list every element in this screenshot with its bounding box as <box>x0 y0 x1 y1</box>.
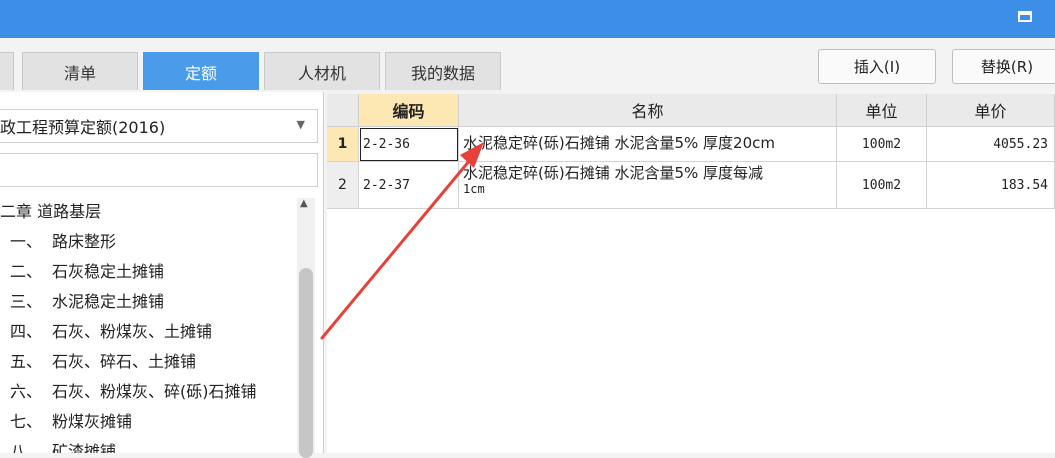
tree-item-num: 七、 <box>10 412 43 431</box>
replace-button[interactable]: 替换(R) <box>952 49 1055 84</box>
table-cell-price[interactable]: 4055.23 <box>927 127 1055 162</box>
cell-code-value: 2-2-37 <box>363 177 410 193</box>
column-header-name[interactable]: 名称 <box>459 94 837 127</box>
tab-my-data-label: 我的数据 <box>410 63 475 83</box>
row-number[interactable]: 1 <box>327 127 359 162</box>
table-cell-name[interactable]: 水泥稳定碎(砾)石摊铺 水泥含量5% 厚度每减 1cm <box>459 162 837 209</box>
tree-item-label: 石灰、粉煤灰、碎(砾)石摊铺 <box>52 382 257 401</box>
tab-quota[interactable]: 定额 <box>143 52 259 90</box>
tree-item[interactable]: 四、 石灰、粉煤灰、土摊铺 <box>10 318 212 346</box>
tree-item-label: 道路基层 <box>37 202 102 221</box>
table-cell-code[interactable]: 2-2-36 <box>359 127 459 162</box>
tree-item-num: 五、 <box>10 352 43 371</box>
tree-item[interactable]: 七、 粉煤灰摊铺 <box>10 408 132 436</box>
tree-item-num: 六、 <box>10 382 43 401</box>
tab-materials[interactable]: 人材机 <box>264 52 380 90</box>
tree-item-num: 八、 <box>10 442 43 453</box>
cell-unit-value: 100m2 <box>861 177 902 193</box>
scrollbar-thumb[interactable] <box>299 268 313 458</box>
scroll-up-icon[interactable]: ▲ <box>300 198 308 209</box>
cell-unit-value: 100m2 <box>861 136 902 152</box>
tree-item-num: 二、 <box>10 262 43 281</box>
tab-quota-label: 定额 <box>184 63 217 83</box>
column-header-name-label: 名称 <box>631 102 664 121</box>
tree-item[interactable]: 一、 路床整形 <box>10 228 116 256</box>
tree-item-num: 四、 <box>10 322 43 341</box>
quota-grid: 编码 名称 单位 单价 1 2-2-36 水泥稳定碎(砾)石摊铺 水泥含量5% … <box>327 94 1055 453</box>
tree-item-label: 石灰、碎石、土摊铺 <box>52 352 197 371</box>
tree-item-label: 石灰稳定土摊铺 <box>52 262 165 281</box>
tab-my-data[interactable]: 我的数据 <box>385 52 501 90</box>
tab-bill[interactable]: 清单 <box>22 52 138 90</box>
cell-name-value: 水泥稳定碎(砾)石摊铺 水泥含量5% 厚度20cm <box>463 134 775 152</box>
quota-library-select[interactable]: 政工程预算定额(2016) ▼ <box>0 109 318 143</box>
quota-library-value: 政工程预算定额(2016) <box>0 118 166 137</box>
tree-item[interactable]: 二、 石灰稳定土摊铺 <box>10 258 164 286</box>
table-cell-code[interactable]: 2-2-37 <box>359 162 459 209</box>
tree-item-label: 石灰、粉煤灰、土摊铺 <box>52 322 213 341</box>
title-bar <box>0 0 1055 38</box>
tab-partial[interactable] <box>0 52 14 90</box>
tree-item-num: 二章 <box>0 202 33 221</box>
tree-item[interactable]: 三、 水泥稳定土摊铺 <box>10 288 164 316</box>
chapter-tree: 二章 道路基层 一、 路床整形 二、 石灰稳定土摊铺 三、 水泥稳定土摊铺 四、 石灰、… <box>0 198 296 453</box>
table-cell-unit[interactable]: 100m2 <box>837 162 927 209</box>
cell-price-value: 4055.23 <box>993 136 1048 152</box>
column-header-code[interactable]: 编码 <box>359 94 459 127</box>
column-header-unit[interactable]: 单位 <box>837 94 927 127</box>
column-header-price[interactable]: 单价 <box>927 94 1055 127</box>
tree-item-label: 粉煤灰摊铺 <box>52 412 133 431</box>
tree-item[interactable]: 八、 矿渣摊铺 <box>10 438 116 453</box>
tree-item-label: 矿渣摊铺 <box>52 442 117 453</box>
tab-materials-label: 人材机 <box>297 63 346 83</box>
cell-code-value: 2-2-36 <box>363 136 410 152</box>
replace-button-label: 替换(R) <box>980 58 1034 76</box>
tab-bill-label: 清单 <box>63 63 96 83</box>
chevron-down-icon[interactable]: ▼ <box>297 118 305 131</box>
table-cell-price[interactable]: 183.54 <box>927 162 1055 209</box>
table-cell-name[interactable]: 水泥稳定碎(砾)石摊铺 水泥含量5% 厚度20cm <box>459 127 837 162</box>
search-input[interactable] <box>0 153 318 187</box>
tree-item-num: 一、 <box>10 232 43 251</box>
column-header-price-label: 单价 <box>974 102 1007 121</box>
tree-item-label: 水泥稳定土摊铺 <box>52 292 165 311</box>
row-number-label: 1 <box>337 136 348 152</box>
insert-button-label: 插入(I) <box>853 58 901 76</box>
tree-item[interactable]: 五、 石灰、碎石、土摊铺 <box>10 348 196 376</box>
tree-item[interactable]: 六、 石灰、粉煤灰、碎(砾)石摊铺 <box>10 378 257 406</box>
table-cell-unit[interactable]: 100m2 <box>837 127 927 162</box>
cell-price-value: 183.54 <box>1001 177 1048 193</box>
quota-library-panel: 政工程预算定额(2016) ▼ 二章 道路基层 一、 路床整形 二、 石灰稳定土摊铺… <box>0 92 324 458</box>
insert-button[interactable]: 插入(I) <box>818 49 936 84</box>
row-number[interactable]: 2 <box>327 162 359 209</box>
column-header-code-label: 编码 <box>392 102 425 121</box>
row-number-label: 2 <box>338 177 347 193</box>
column-header-unit-label: 单位 <box>865 102 898 121</box>
tree-item-label: 路床整形 <box>52 232 117 251</box>
restore-icon[interactable] <box>1018 11 1032 22</box>
tree-scrollbar[interactable]: ▲ <box>297 198 315 458</box>
grid-corner <box>327 94 359 127</box>
tree-item-num: 三、 <box>10 292 43 311</box>
cell-name-value-line2: 1cm <box>463 182 485 196</box>
tree-item-chapter[interactable]: 二章 道路基层 <box>0 198 101 226</box>
cell-name-value: 水泥稳定碎(砾)石摊铺 水泥含量5% 厚度每减 <box>463 164 764 182</box>
